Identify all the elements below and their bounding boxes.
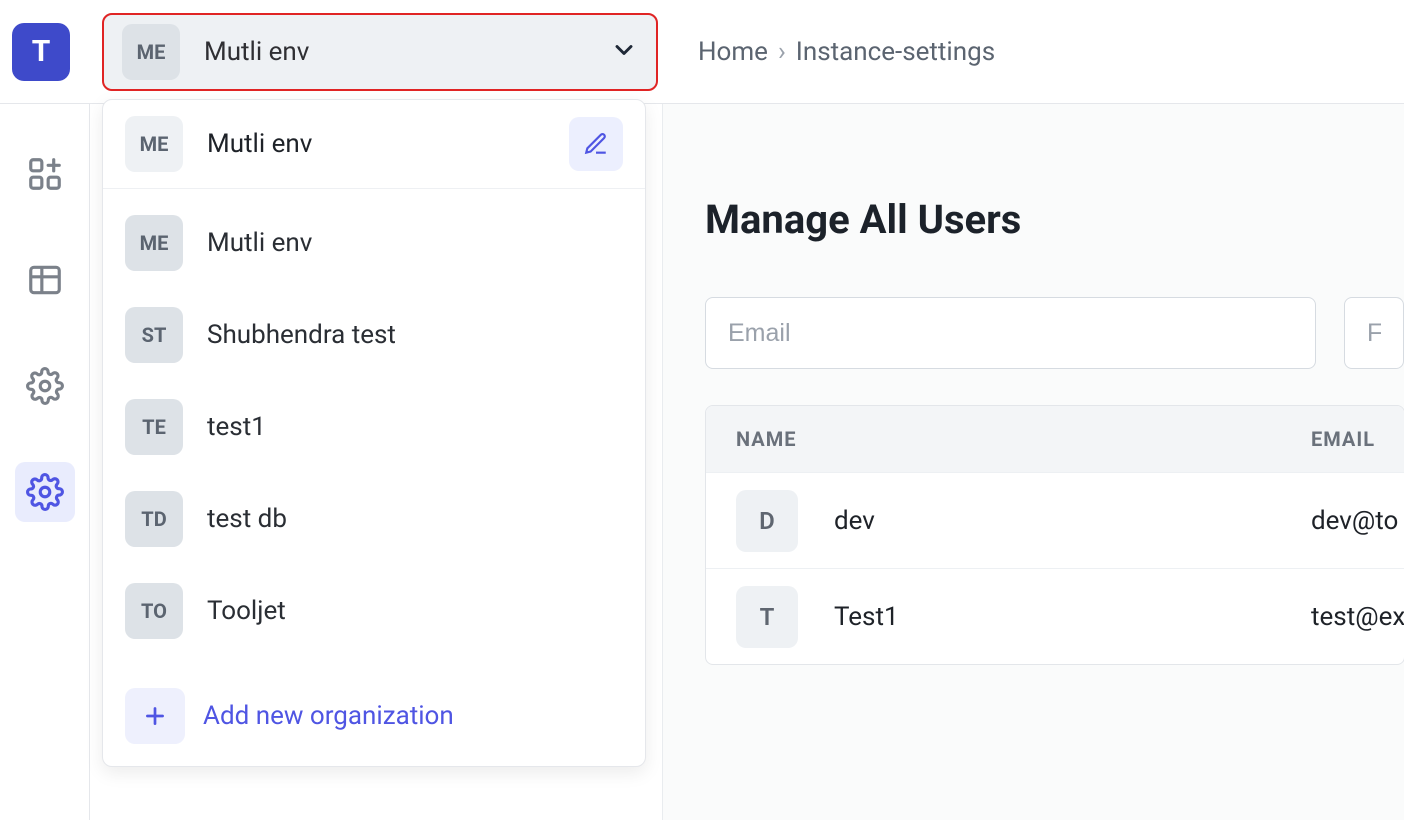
- org-avatar: ME: [122, 24, 180, 80]
- filters: [705, 297, 1404, 369]
- breadcrumb: Home › Instance-settings: [698, 37, 995, 67]
- user-name: Test1: [834, 602, 1311, 632]
- breadcrumb-home[interactable]: Home: [698, 37, 768, 67]
- add-organization-label: Add new organization: [203, 701, 454, 731]
- org-dropdown-item-label: Shubhendra test: [207, 320, 396, 350]
- first-name-filter-input[interactable]: [1344, 297, 1404, 369]
- user-name: dev: [834, 506, 1311, 536]
- org-avatar: TE: [125, 399, 183, 455]
- nav-tables[interactable]: [15, 250, 75, 310]
- chevron-down-icon: [610, 36, 638, 68]
- user-avatar: T: [736, 586, 798, 648]
- plus-icon: [125, 688, 185, 744]
- org-selector-label: Mutli env: [204, 37, 610, 67]
- table-row[interactable]: T Test1test@ex: [706, 568, 1404, 664]
- gear-icon: [26, 367, 64, 405]
- org-dropdown-item-label: test db: [207, 504, 287, 534]
- col-header-email: EMAIL: [1311, 427, 1375, 451]
- org-dropdown-item[interactable]: ME Mutli env: [103, 197, 645, 289]
- org-dropdown-current-label: Mutli env: [207, 129, 569, 159]
- app-logo[interactable]: T: [12, 23, 70, 81]
- org-dropdown-item-label: test1: [207, 412, 266, 442]
- org-dropdown-item[interactable]: ST Shubhendra test: [103, 289, 645, 381]
- org-avatar: ME: [125, 116, 183, 172]
- user-email: test@ex: [1311, 602, 1404, 632]
- sidenav: [0, 104, 90, 820]
- breadcrumb-separator: ›: [778, 37, 786, 67]
- nav-instance-settings[interactable]: [15, 462, 75, 522]
- user-email: dev@to: [1311, 506, 1398, 536]
- org-dropdown-item[interactable]: TD test db: [103, 473, 645, 565]
- topbar: T ME Mutli env ME Mutli env MEMutli envS…: [0, 0, 1404, 104]
- org-dropdown-header: ME Mutli env: [103, 100, 645, 189]
- org-avatar: ST: [125, 307, 183, 363]
- col-header-name: NAME: [736, 427, 1311, 451]
- org-dropdown-item-label: Tooljet: [207, 596, 286, 626]
- org-dropdown: ME Mutli env ME Mutli env ST Shubhendra tes…: [102, 99, 646, 767]
- org-selector-wrap: ME Mutli env ME Mutli env MEMutli envSTS…: [102, 13, 658, 91]
- nav-settings[interactable]: [15, 356, 75, 416]
- pencil-icon: [583, 131, 609, 157]
- table-icon: [26, 261, 64, 299]
- edit-org-button[interactable]: [569, 117, 623, 171]
- content-area: Manage All Users NAME EMAIL Ddevdev@toTT…: [662, 104, 1404, 820]
- gear-icon: [26, 473, 64, 511]
- table-row[interactable]: Ddevdev@to: [706, 472, 1404, 568]
- org-avatar: TD: [125, 491, 183, 547]
- user-avatar: D: [736, 490, 798, 552]
- org-avatar: ME: [125, 215, 183, 271]
- apps-icon: [26, 155, 64, 193]
- org-dropdown-item-label: Mutli env: [207, 228, 312, 258]
- org-selector[interactable]: ME Mutli env: [102, 13, 658, 91]
- breadcrumb-current: Instance-settings: [796, 37, 995, 67]
- users-table: NAME EMAIL Ddevdev@to T Test1test@ex: [705, 405, 1404, 665]
- org-dropdown-item[interactable]: TE test1: [103, 381, 645, 473]
- org-dropdown-item[interactable]: TO Tooljet: [103, 565, 645, 657]
- email-filter-input[interactable]: [705, 297, 1316, 369]
- table-header: NAME EMAIL: [706, 406, 1404, 472]
- org-avatar: TO: [125, 583, 183, 639]
- add-organization-button[interactable]: Add new organization: [103, 665, 645, 766]
- nav-apps[interactable]: [15, 144, 75, 204]
- org-dropdown-list: ME Mutli env ST Shubhendra test TE test1 TD tes…: [103, 189, 645, 665]
- page-title: Manage All Users: [705, 196, 1404, 243]
